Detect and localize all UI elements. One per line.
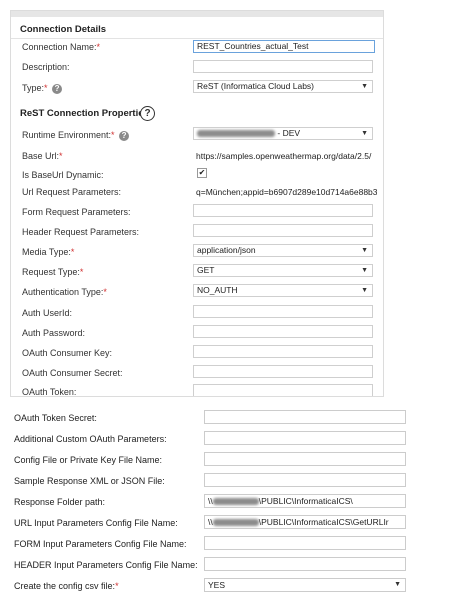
chevron-down-icon: ▼ [394,581,401,588]
connection-form-continued: OAuth Token Secret: Additional Custom OA… [0,398,474,602]
url-config-file-input[interactable]: \\ \PUBLIC\InformaticaICS\GetURLIr [204,515,406,529]
url-config-file-label: URL Input Parameters Config File Name: [14,518,178,528]
runtime-environment-value: - DEV [277,128,301,138]
oauth-consumer-secret-label: OAuth Consumer Secret: [22,368,123,378]
form-config-file-input[interactable] [204,536,406,550]
help-circle-icon[interactable]: ? [52,83,63,94]
media-type-value: application/json [197,245,256,255]
header-config-file-input[interactable] [204,557,406,571]
auth-userid-input[interactable] [193,305,373,318]
auth-password-input[interactable] [193,325,373,338]
runtime-environment-select[interactable]: - DEV ▼ [193,127,373,140]
response-folder-input[interactable]: \\ \PUBLIC\InformaticaICS\ [204,494,406,508]
request-type-select[interactable]: GET ▼ [193,264,373,277]
oauth-token-label: OAuth Token: [22,387,77,397]
authentication-type-value: NO_AUTH [197,285,238,295]
rest-properties-heading: ReST Connection Properties [20,108,149,119]
connection-details-heading: Connection Details [20,24,107,35]
redacted-text [212,498,259,506]
additional-oauth-parameters-label: Additional Custom OAuth Parameters: [14,434,167,444]
oauth-token-secret-label: OAuth Token Secret: [14,413,97,423]
chevron-down-icon: ▼ [361,287,368,294]
create-config-csv-select[interactable]: YES ▼ [204,578,406,592]
redacted-text [197,130,275,138]
url-request-parameters-input[interactable]: q=München;appid=b6907d289e10d714a6e88b3 [196,187,377,197]
form-request-parameters-input[interactable] [193,204,373,217]
help-circle-icon[interactable]: ? [119,130,130,141]
authentication-type-select[interactable]: NO_AUTH ▼ [193,284,373,297]
form-config-file-label: FORM Input Parameters Config File Name: [14,539,187,549]
path-suffix: \PUBLIC\InformaticaICS\GetURLIr [258,517,389,527]
oauth-token-input[interactable] [193,384,373,396]
connection-form-panel: Connection Details Connection Name:* RES… [10,10,384,397]
base-url-input[interactable]: https://samples.openweathermap.org/data/… [196,151,375,161]
response-folder-label: Response Folder path: [14,497,106,507]
description-input[interactable] [193,60,373,73]
auth-password-label: Auth Password: [22,328,86,338]
config-key-file-input[interactable] [204,452,406,466]
header-request-parameters-input[interactable] [193,224,373,237]
chevron-down-icon: ▼ [361,247,368,254]
request-type-label: Request Type:* [22,267,84,277]
connection-name-input[interactable]: REST_Countries_actual_Test [193,40,375,53]
type-label: Type:* ? [22,83,63,94]
url-request-parameters-label: Url Request Parameters: [22,187,122,197]
oauth-consumer-key-label: OAuth Consumer Key: [22,348,113,358]
config-key-file-label: Config File or Private Key File Name: [14,455,163,465]
authentication-type-label: Authentication Type:* [22,287,107,297]
oauth-consumer-key-input[interactable] [193,345,373,358]
auth-userid-label: Auth UserId: [22,308,73,318]
chevron-down-icon: ▼ [361,83,368,90]
type-select[interactable]: ReST (Informatica Cloud Labs) ▼ [193,80,373,93]
description-label: Description: [22,62,70,72]
additional-oauth-parameters-input[interactable] [204,431,406,445]
is-baseurl-dynamic-checkbox[interactable]: ✔ [197,168,207,178]
section-divider [11,38,383,39]
chevron-down-icon: ▼ [361,267,368,274]
header-config-file-label: HEADER Input Parameters Config File Name… [14,560,198,570]
base-url-label: Base Url:* [22,151,63,161]
media-type-select[interactable]: application/json ▼ [193,244,373,257]
type-select-value: ReST (Informatica Cloud Labs) [197,81,315,91]
connection-name-label: Connection Name:* [22,42,101,52]
create-config-csv-label: Create the config csv file:* [14,581,119,591]
chevron-down-icon: ▼ [361,130,368,137]
runtime-environment-label: Runtime Environment:* ? [22,130,130,141]
form-request-parameters-label: Form Request Parameters: [22,207,131,217]
redacted-text [212,519,259,527]
sample-response-label: Sample Response XML or JSON File: [14,476,165,486]
panel-top-bar [11,11,383,17]
checkmark-icon: ✔ [198,168,206,177]
media-type-label: Media Type:* [22,247,75,257]
request-type-value: GET [197,265,215,275]
header-request-parameters-label: Header Request Parameters: [22,227,140,237]
path-suffix: \PUBLIC\InformaticaICS\ [258,496,353,506]
is-baseurl-dynamic-label: Is BaseUrl Dynamic: [22,170,104,180]
create-config-csv-value: YES [208,580,226,590]
oauth-token-secret-input[interactable] [204,410,406,424]
oauth-consumer-secret-input[interactable] [193,365,373,378]
sample-response-input[interactable] [204,473,406,487]
help-circle-icon[interactable]: ? [140,106,155,121]
